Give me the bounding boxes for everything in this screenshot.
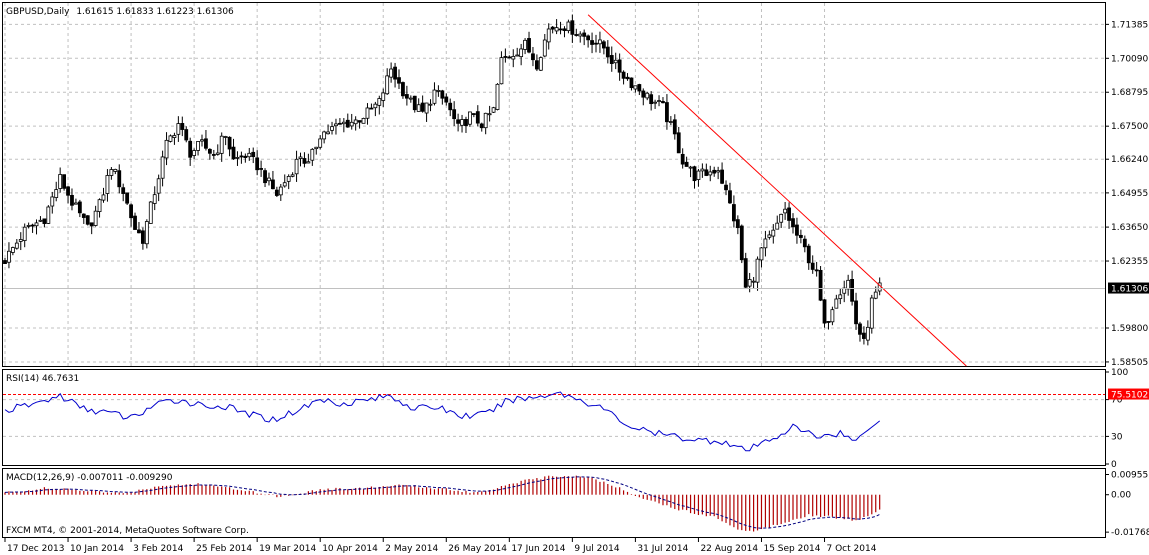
candle (168, 134, 173, 143)
price-tick-label: 1.62355 (1111, 257, 1148, 267)
date-tick-label: 15 Sep 2014 (763, 544, 820, 554)
price-tick-label: 1.59800 (1111, 324, 1148, 334)
macd-tick-label: -0.01768 (1111, 528, 1149, 538)
date-tick-label: 9 Jul 2014 (574, 544, 619, 554)
svg-text:1.61306: 1.61306 (1111, 285, 1148, 295)
price-tick-label: 1.63650 (1111, 223, 1148, 233)
candle (822, 299, 827, 328)
candle (46, 205, 51, 225)
price-tick-label: 1.58505 (1111, 358, 1148, 368)
candle (869, 294, 874, 334)
rsi-tick-label: 0 (1111, 460, 1117, 470)
copyright-text: FXCM MT4, © 2001-2014, MetaQuotes Softwa… (6, 526, 249, 536)
candle (739, 224, 744, 264)
svg-text:75.5102: 75.5102 (1111, 391, 1148, 401)
macd-tick-label: 0.00 (1111, 491, 1131, 501)
candle (468, 111, 472, 127)
candle (743, 252, 748, 289)
price-tick-label: 1.64955 (1111, 189, 1148, 199)
chart-canvas[interactable]: GBPUSD,Daily 1.61615 1.61833 1.61223 1.6… (0, 0, 1149, 555)
candle (361, 117, 366, 124)
date-tick-label: 2 May 2014 (385, 544, 438, 554)
macd-tick-label: 0.00955 (1111, 470, 1148, 480)
rsi-tick-label: 100 (1111, 368, 1128, 378)
date-tick-label: 25 Feb 2014 (196, 544, 252, 554)
macd-label: MACD(12,26,9) -0.007011 -0.009290 (6, 473, 173, 483)
price-tick-label: 1.67500 (1111, 122, 1148, 132)
date-tick-label: 3 Feb 2014 (133, 544, 184, 554)
date-tick-label: 19 Mar 2014 (259, 544, 316, 554)
price-tick-label: 1.68795 (1111, 88, 1148, 98)
price-tick-label: 1.70090 (1111, 54, 1148, 64)
candle (62, 174, 66, 191)
date-tick-label: 10 Apr 2014 (322, 544, 378, 554)
date-tick-label: 22 Aug 2014 (700, 544, 758, 554)
price-tick-label: 1.71385 (1111, 20, 1148, 30)
date-tick-label: 17 Jun 2014 (511, 544, 565, 554)
date-tick-label: 26 May 2014 (448, 544, 507, 554)
candle (495, 83, 500, 111)
candle (491, 106, 496, 113)
date-tick-label: 10 Jan 2014 (70, 544, 124, 554)
rsi-label: RSI(14) 46.7631 (6, 374, 79, 384)
candle (412, 95, 417, 113)
candle (144, 219, 149, 249)
candle (148, 201, 153, 224)
candle (538, 56, 543, 72)
date-tick-label: 17 Dec 2013 (7, 544, 65, 554)
chart-title: GBPUSD,Daily 1.61615 1.61833 1.61223 1.6… (6, 7, 234, 17)
price-tick-label: 1.66240 (1111, 155, 1148, 165)
rsi-tick-label: 30 (1111, 432, 1123, 442)
date-tick-label: 7 Oct 2014 (827, 544, 877, 554)
candle (85, 215, 90, 226)
current-price-badge: 1.61306 (1108, 282, 1149, 295)
candle (818, 266, 823, 302)
candle (125, 192, 130, 205)
date-tick-label: 31 Jul 2014 (637, 544, 688, 554)
rsi-level-badge: 75.5102 (1108, 388, 1149, 401)
